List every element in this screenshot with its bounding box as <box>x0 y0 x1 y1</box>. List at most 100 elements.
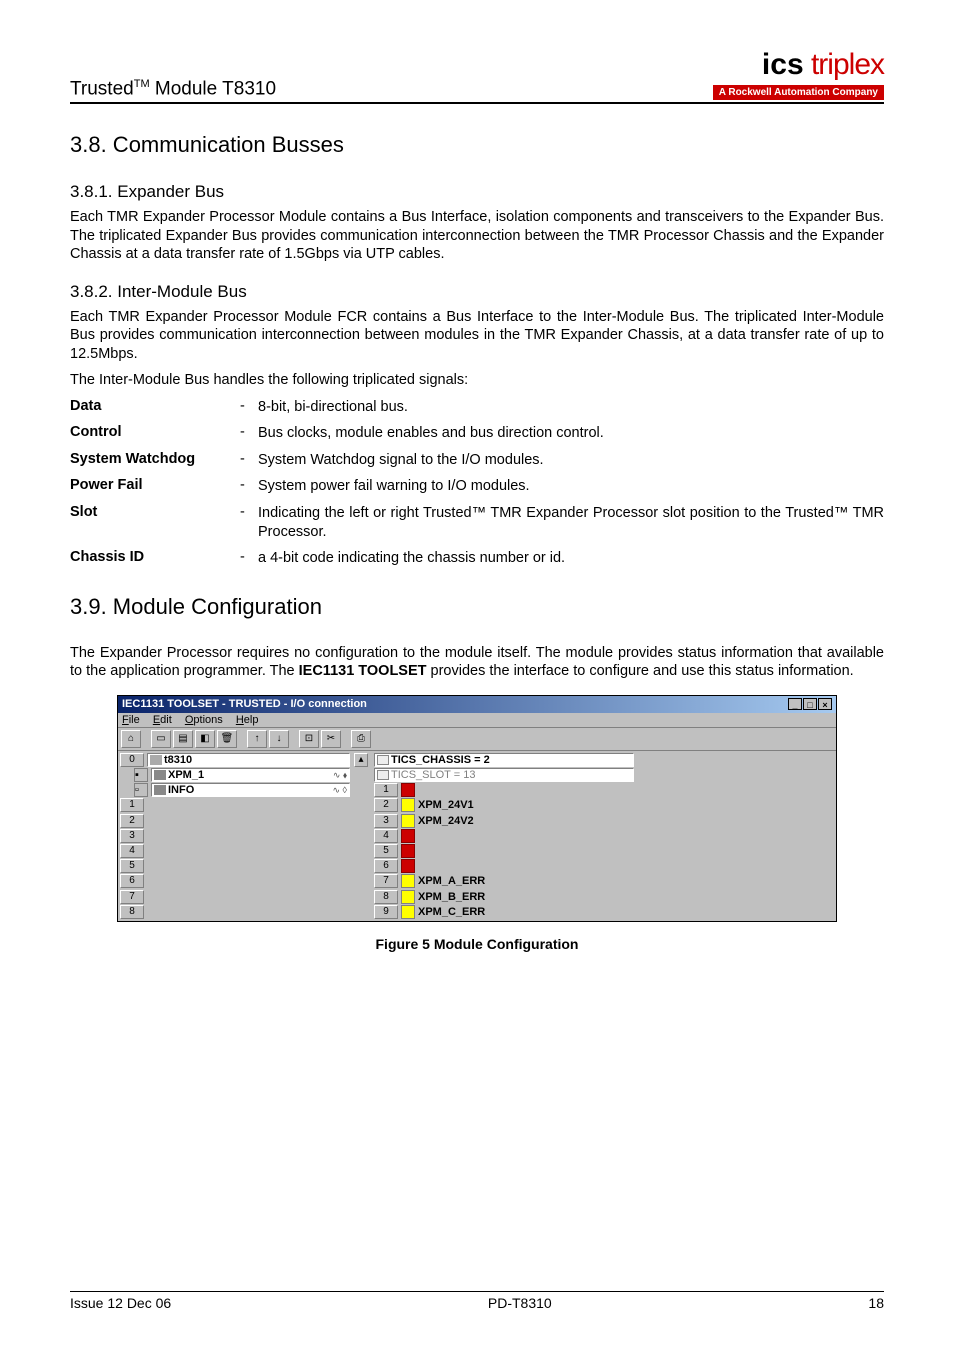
window-titlebar[interactable]: IEC1131 TOOLSET - TRUSTED - I/O connecti… <box>118 696 836 713</box>
menu-options[interactable]: Options <box>185 714 223 726</box>
menu-file[interactable]: File <box>122 714 140 726</box>
slot-label: XPM_24V1 <box>418 799 474 811</box>
right-head-chassis[interactable]: TICS_CHASSIS = 2 <box>374 753 634 767</box>
signal-desc: System Watchdog signal to the I/O module… <box>258 451 884 470</box>
slot-label: XPM_B_ERR <box>418 891 485 903</box>
page-footer: Issue 12 Dec 06 PD-T8310 18 <box>70 1291 884 1311</box>
toolbar-btn-4[interactable]: ◧ <box>195 730 215 748</box>
page-header: TrustedTM Module T8310 ics triplex A Roc… <box>70 48 884 104</box>
slot-number: 7 <box>120 890 144 904</box>
toolbar-btn-up[interactable]: ↑ <box>247 730 267 748</box>
slot-number: 6 <box>120 874 144 888</box>
signal-desc: System power fail warning to I/O modules… <box>258 477 884 496</box>
toolbar-btn-5[interactable]: 🗑 <box>217 730 237 748</box>
signal-label: Slot <box>70 504 240 541</box>
module-icon <box>154 785 166 795</box>
right-slot-8[interactable]: 8XPM_B_ERR <box>374 889 634 903</box>
slot-number: 6 <box>374 859 398 873</box>
signal-label: Chassis ID <box>70 549 240 568</box>
logo-main: ics triplex <box>713 48 884 82</box>
slot-number: 5 <box>120 859 144 873</box>
left-slot-7[interactable]: 7 <box>120 889 350 903</box>
maximize-button[interactable]: □ <box>803 698 817 710</box>
left-slot-4[interactable]: 4 <box>120 844 350 858</box>
minimize-button[interactable]: _ <box>788 698 802 710</box>
logo-subline: A Rockwell Automation Company <box>713 85 884 100</box>
signal-row-data: Data - 8-bit, bi-directional bus. <box>70 398 884 417</box>
right-panel: TICS_CHASSIS = 2 TICS_SLOT = 13 1 2XPM_2… <box>374 753 634 919</box>
left-slot-0[interactable]: 0 t8310 <box>120 753 350 767</box>
right-slot-2[interactable]: 2XPM_24V1 <box>374 798 634 812</box>
status-icon <box>401 829 415 843</box>
toolbar: ⌂ ▭ ▤ ◧ 🗑 ↑ ↓ ⊡ ✂ ⎙ <box>118 728 836 751</box>
figure-caption: Figure 5 Module Configuration <box>70 936 884 952</box>
scrollbar[interactable]: ▴ <box>354 753 368 919</box>
signals-table: Data - 8-bit, bi-directional bus. Contro… <box>70 398 884 568</box>
slot-label: t8310 <box>164 754 192 766</box>
status-icon <box>401 814 415 828</box>
logo-sub-post: Company <box>830 87 878 98</box>
status-icon <box>401 890 415 904</box>
left-slot-1[interactable]: 1 <box>120 798 350 812</box>
header-product-prefix: Trusted <box>70 78 134 99</box>
signal-row-powerfail: Power Fail - System power fail warning t… <box>70 477 884 496</box>
right-slot-6[interactable]: 6 <box>374 859 634 873</box>
menu-edit[interactable]: Edit <box>153 714 172 726</box>
signal-desc: 8-bit, bi-directional bus. <box>258 398 884 417</box>
slot-number: 9 <box>374 905 398 919</box>
right-slot-4[interactable]: 4 <box>374 829 634 843</box>
right-head-slot[interactable]: TICS_SLOT = 13 <box>374 768 634 782</box>
slot-number: 1 <box>374 783 398 797</box>
right-slot-1[interactable]: 1 <box>374 783 634 797</box>
slot-label: XPM_1 <box>168 769 204 781</box>
left-slot-2[interactable]: 2 <box>120 814 350 828</box>
toolbar-btn-print[interactable]: ⎙ <box>351 730 371 748</box>
slot-suffix-icon: ∿ ◊ <box>333 785 348 796</box>
right-slot-7[interactable]: 7XPM_A_ERR <box>374 874 634 888</box>
signal-dash: - <box>240 451 258 470</box>
signal-desc: Bus clocks, module enables and bus direc… <box>258 424 884 443</box>
window-controls: _□× <box>787 698 832 711</box>
slot-label: TICS_CHASSIS = 2 <box>391 754 490 766</box>
toolbar-btn-cut[interactable]: ✂ <box>321 730 341 748</box>
status-icon <box>401 905 415 919</box>
param-icon <box>377 770 389 780</box>
window-body: 0 t8310 ▪ XPM_1∿ ⬧ ▫ INFO ∿ ◊ 1 2 3 4 5 6… <box>118 751 836 921</box>
tree-node-icon: ▪ <box>134 768 148 782</box>
toolbar-btn-1[interactable]: ⌂ <box>121 730 141 748</box>
signal-row-watchdog: System Watchdog - System Watchdog signal… <box>70 451 884 470</box>
scroll-up-button[interactable]: ▴ <box>354 753 368 767</box>
left-slot-5[interactable]: 5 <box>120 859 350 873</box>
s39-p1-b: provides the interface to configure and … <box>427 663 854 679</box>
status-icon <box>401 844 415 858</box>
logo-ics: ics <box>762 48 804 81</box>
left-subslot-xpm[interactable]: ▪ XPM_1∿ ⬧ <box>134 768 350 782</box>
logo-block: ics triplex A Rockwell Automation Compan… <box>713 48 884 100</box>
section-3-8-2-p2: The Inter-Module Bus handles the followi… <box>70 371 884 390</box>
section-3-8-1-title: 3.8.1. Expander Bus <box>70 182 884 202</box>
board-icon <box>150 755 162 765</box>
slot-label: TICS_SLOT = 13 <box>391 769 475 781</box>
left-slot-8[interactable]: 8 <box>120 905 350 919</box>
signal-dash: - <box>240 398 258 417</box>
menu-help[interactable]: Help <box>236 714 259 726</box>
section-3-9-p1: The Expander Processor requires no confi… <box>70 644 884 681</box>
toolbar-btn-6[interactable]: ⊡ <box>299 730 319 748</box>
right-slot-9[interactable]: 9XPM_C_ERR <box>374 905 634 919</box>
left-subslot-info[interactable]: ▫ INFO ∿ ◊ <box>134 783 350 797</box>
toolbar-btn-3[interactable]: ▤ <box>173 730 193 748</box>
slot-number: 7 <box>374 874 398 888</box>
tree-node-icon: ▫ <box>134 783 148 797</box>
toolbar-btn-2[interactable]: ▭ <box>151 730 171 748</box>
left-slot-3[interactable]: 3 <box>120 829 350 843</box>
right-slot-3[interactable]: 3 XPM_24V2 <box>374 814 634 828</box>
close-button[interactable]: × <box>818 698 832 710</box>
right-slot-5[interactable]: 5 <box>374 844 634 858</box>
slot-label: XPM_24V2 <box>418 815 474 827</box>
left-slot-6[interactable]: 6 <box>120 874 350 888</box>
toolbar-btn-down[interactable]: ↓ <box>269 730 289 748</box>
logo-sub-pre: A <box>719 87 729 98</box>
slot-label: INFO <box>168 784 194 796</box>
slot-number: 3 <box>374 814 398 828</box>
slot-number: 1 <box>120 798 144 812</box>
